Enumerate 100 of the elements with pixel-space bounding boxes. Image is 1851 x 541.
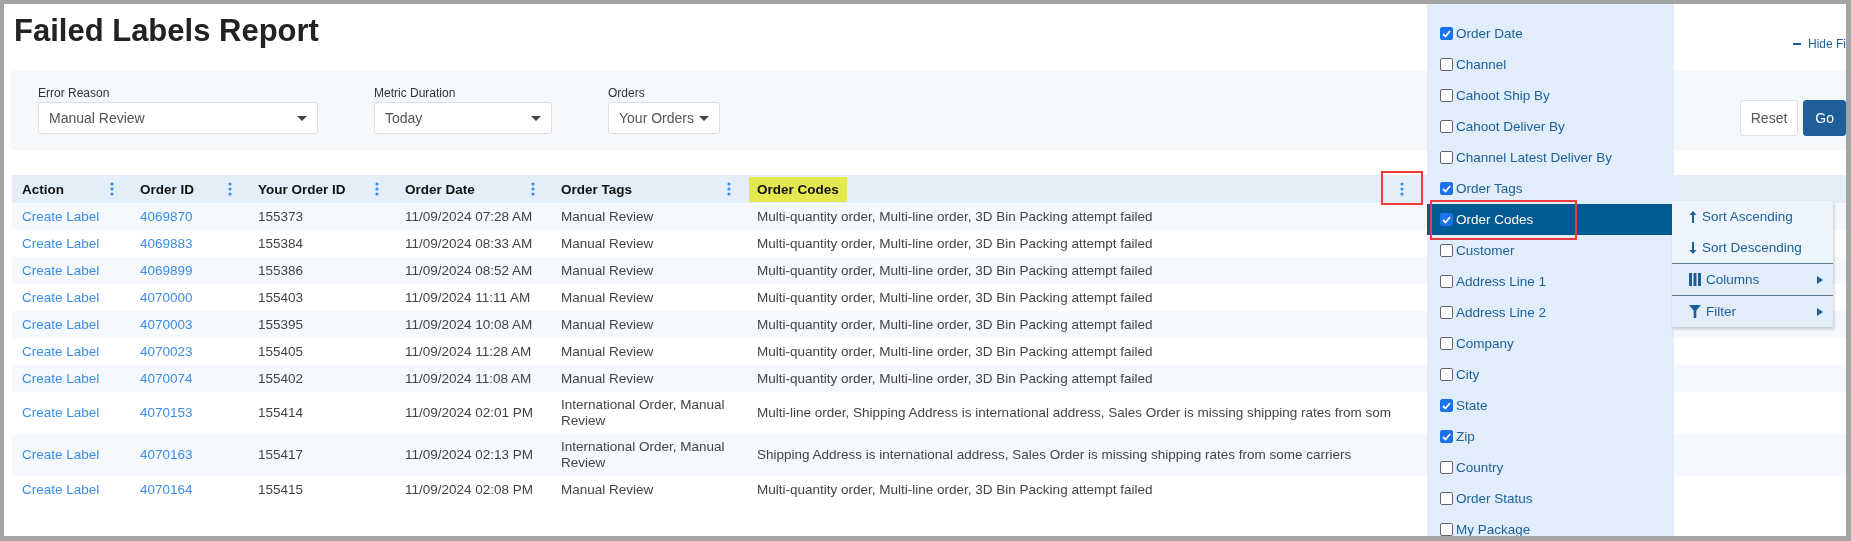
column-header[interactable]: Your Order ID <box>258 181 346 197</box>
column-header[interactable]: Order ID <box>140 181 194 197</box>
table-cell-text: 155402 <box>257 369 305 388</box>
column-header[interactable]: Order Tags <box>561 181 633 197</box>
column-option[interactable]: Address Line 2 <box>1427 297 1674 328</box>
order-id-link[interactable]: 4069899 <box>130 257 248 284</box>
column-menu-icon[interactable] <box>531 182 535 196</box>
table-cell-text: 11/09/2024 11:08 AM <box>404 369 533 388</box>
table-cell-text: Multi-quantity order, Multi-line order, 3D Bin Packing attempt failed <box>756 369 1154 388</box>
column-option[interactable]: Customer <box>1427 235 1674 266</box>
table-cell-text: Manual Review <box>560 234 655 253</box>
order-id-link[interactable]: 4069883 <box>130 230 248 257</box>
create-label-link[interactable]: Create Label <box>12 203 130 230</box>
column-option[interactable]: Country <box>1427 452 1674 483</box>
table-cell-text: Multi-quantity order, Multi-line order, 3D Bin Packing attempt failed <box>756 480 1154 499</box>
filter-select[interactable]: Today <box>374 102 552 134</box>
table-cell-text: Multi-quantity order, Multi-line order, 3D Bin Packing attempt failed <box>756 288 1154 307</box>
column-option[interactable]: Address Line 1 <box>1427 266 1674 297</box>
create-label-link[interactable]: Create Label <box>12 284 130 311</box>
create-label-link[interactable]: Create Label <box>12 365 130 392</box>
column-option[interactable]: State <box>1427 390 1674 421</box>
create-label-link[interactable]: Create Label <box>12 476 130 503</box>
hide-filters-link[interactable]: Hide Fi <box>1793 37 1846 51</box>
checkbox[interactable] <box>1440 151 1453 164</box>
menu-item[interactable]: Filter <box>1672 295 1833 327</box>
checkbox[interactable] <box>1440 461 1453 474</box>
checkbox[interactable] <box>1440 213 1453 226</box>
order-id-link[interactable]: 4070164 <box>130 476 248 503</box>
table-cell-text: Manual Review <box>560 288 655 307</box>
column-option[interactable]: Order Tags <box>1427 173 1674 204</box>
create-label-link[interactable]: Create Label <box>12 257 130 284</box>
filter-label: Error Reason <box>38 86 111 100</box>
create-label-link[interactable]: Create Label <box>12 392 130 434</box>
order-id-link[interactable]: 4070163 <box>130 434 248 476</box>
column-option[interactable]: Order Date <box>1427 18 1674 49</box>
table-cell-text: Manual Review <box>560 342 655 361</box>
column-option[interactable]: Zip <box>1427 421 1674 452</box>
table-cell-text: 11/09/2024 07:28 AM <box>404 207 534 226</box>
checkbox[interactable] <box>1440 244 1453 257</box>
checkbox[interactable] <box>1440 120 1453 133</box>
create-label-link[interactable]: Create Label <box>12 434 130 476</box>
column-menu-icon[interactable] <box>375 182 379 196</box>
checkbox[interactable] <box>1440 89 1453 102</box>
column-menu-icon[interactable] <box>727 182 731 196</box>
checkbox[interactable] <box>1440 430 1453 443</box>
column-menu-icon[interactable] <box>110 182 114 196</box>
order-id-link[interactable]: 4070023 <box>130 338 248 365</box>
column-menu-icon[interactable] <box>228 182 232 196</box>
create-label-link[interactable]: Create Label <box>12 338 130 365</box>
arrow-up-icon <box>1689 210 1697 223</box>
table-cell-text: 155414 <box>257 404 305 422</box>
filter-select[interactable]: Manual Review <box>38 102 318 134</box>
table-cell-text: 11/09/2024 02:01 PM <box>404 404 535 422</box>
create-label-link[interactable]: Create Label <box>12 311 130 338</box>
column-option[interactable]: My Package <box>1427 514 1674 536</box>
create-label-link[interactable]: Create Label <box>12 230 130 257</box>
order-id-link[interactable]: 4070000 <box>130 284 248 311</box>
checkbox[interactable] <box>1440 492 1453 505</box>
table-cell-text: 11/09/2024 02:13 PM <box>404 446 535 464</box>
column-option[interactable]: Cahoot Deliver By <box>1427 111 1674 142</box>
column-header[interactable]: Order Date <box>405 181 475 197</box>
table-cell-text: Multi-quantity order, Multi-line order, 3D Bin Packing attempt failed <box>756 234 1154 253</box>
checkbox[interactable] <box>1440 275 1453 288</box>
table-cell-text: 155403 <box>257 288 305 307</box>
menu-item[interactable]: Columns <box>1672 263 1833 295</box>
checkbox[interactable] <box>1440 306 1453 319</box>
column-option[interactable]: Order Status <box>1427 483 1674 514</box>
table-cell-text: 155405 <box>257 342 305 361</box>
column-option[interactable]: Channel Latest Deliver By <box>1427 142 1674 173</box>
filter-select[interactable]: Your Orders <box>608 102 720 134</box>
checkbox[interactable] <box>1440 523 1453 536</box>
table-cell-text: 11/09/2024 11:28 AM <box>404 342 533 361</box>
table-cell-text: Manual Review <box>560 480 655 499</box>
checkbox[interactable] <box>1440 337 1453 350</box>
column-option[interactable]: City <box>1427 359 1674 390</box>
caret-down-icon <box>699 115 709 121</box>
column-option[interactable]: Channel <box>1427 49 1674 80</box>
checkbox[interactable] <box>1440 27 1453 40</box>
go-button[interactable]: Go <box>1803 100 1846 136</box>
table-cell-text: 11/09/2024 08:33 AM <box>404 234 534 253</box>
checkbox[interactable] <box>1440 399 1453 412</box>
checkbox[interactable] <box>1440 368 1453 381</box>
column-option[interactable]: Company <box>1427 328 1674 359</box>
column-header[interactable]: Action <box>22 181 64 197</box>
order-id-link[interactable]: 4070074 <box>130 365 248 392</box>
checkbox[interactable] <box>1440 58 1453 71</box>
order-id-link[interactable]: 4070153 <box>130 392 248 434</box>
table-cell-text: International Order, Manual Review <box>560 396 726 430</box>
reset-button[interactable]: Reset <box>1739 100 1799 136</box>
checkbox[interactable] <box>1440 182 1453 195</box>
table-cell-text: 155417 <box>257 446 305 464</box>
menu-item[interactable]: Sort Descending <box>1672 232 1833 263</box>
order-id-link[interactable]: 4070003 <box>130 311 248 338</box>
table-cell-text: 155384 <box>257 234 305 253</box>
order-id-link[interactable]: 4069870 <box>130 203 248 230</box>
filter-icon <box>1689 305 1701 318</box>
column-menu-icon[interactable] <box>1400 182 1404 196</box>
column-option[interactable]: Cahoot Ship By <box>1427 80 1674 111</box>
column-header[interactable]: Order Codes <box>749 176 847 202</box>
menu-item[interactable]: Sort Ascending <box>1672 201 1833 232</box>
